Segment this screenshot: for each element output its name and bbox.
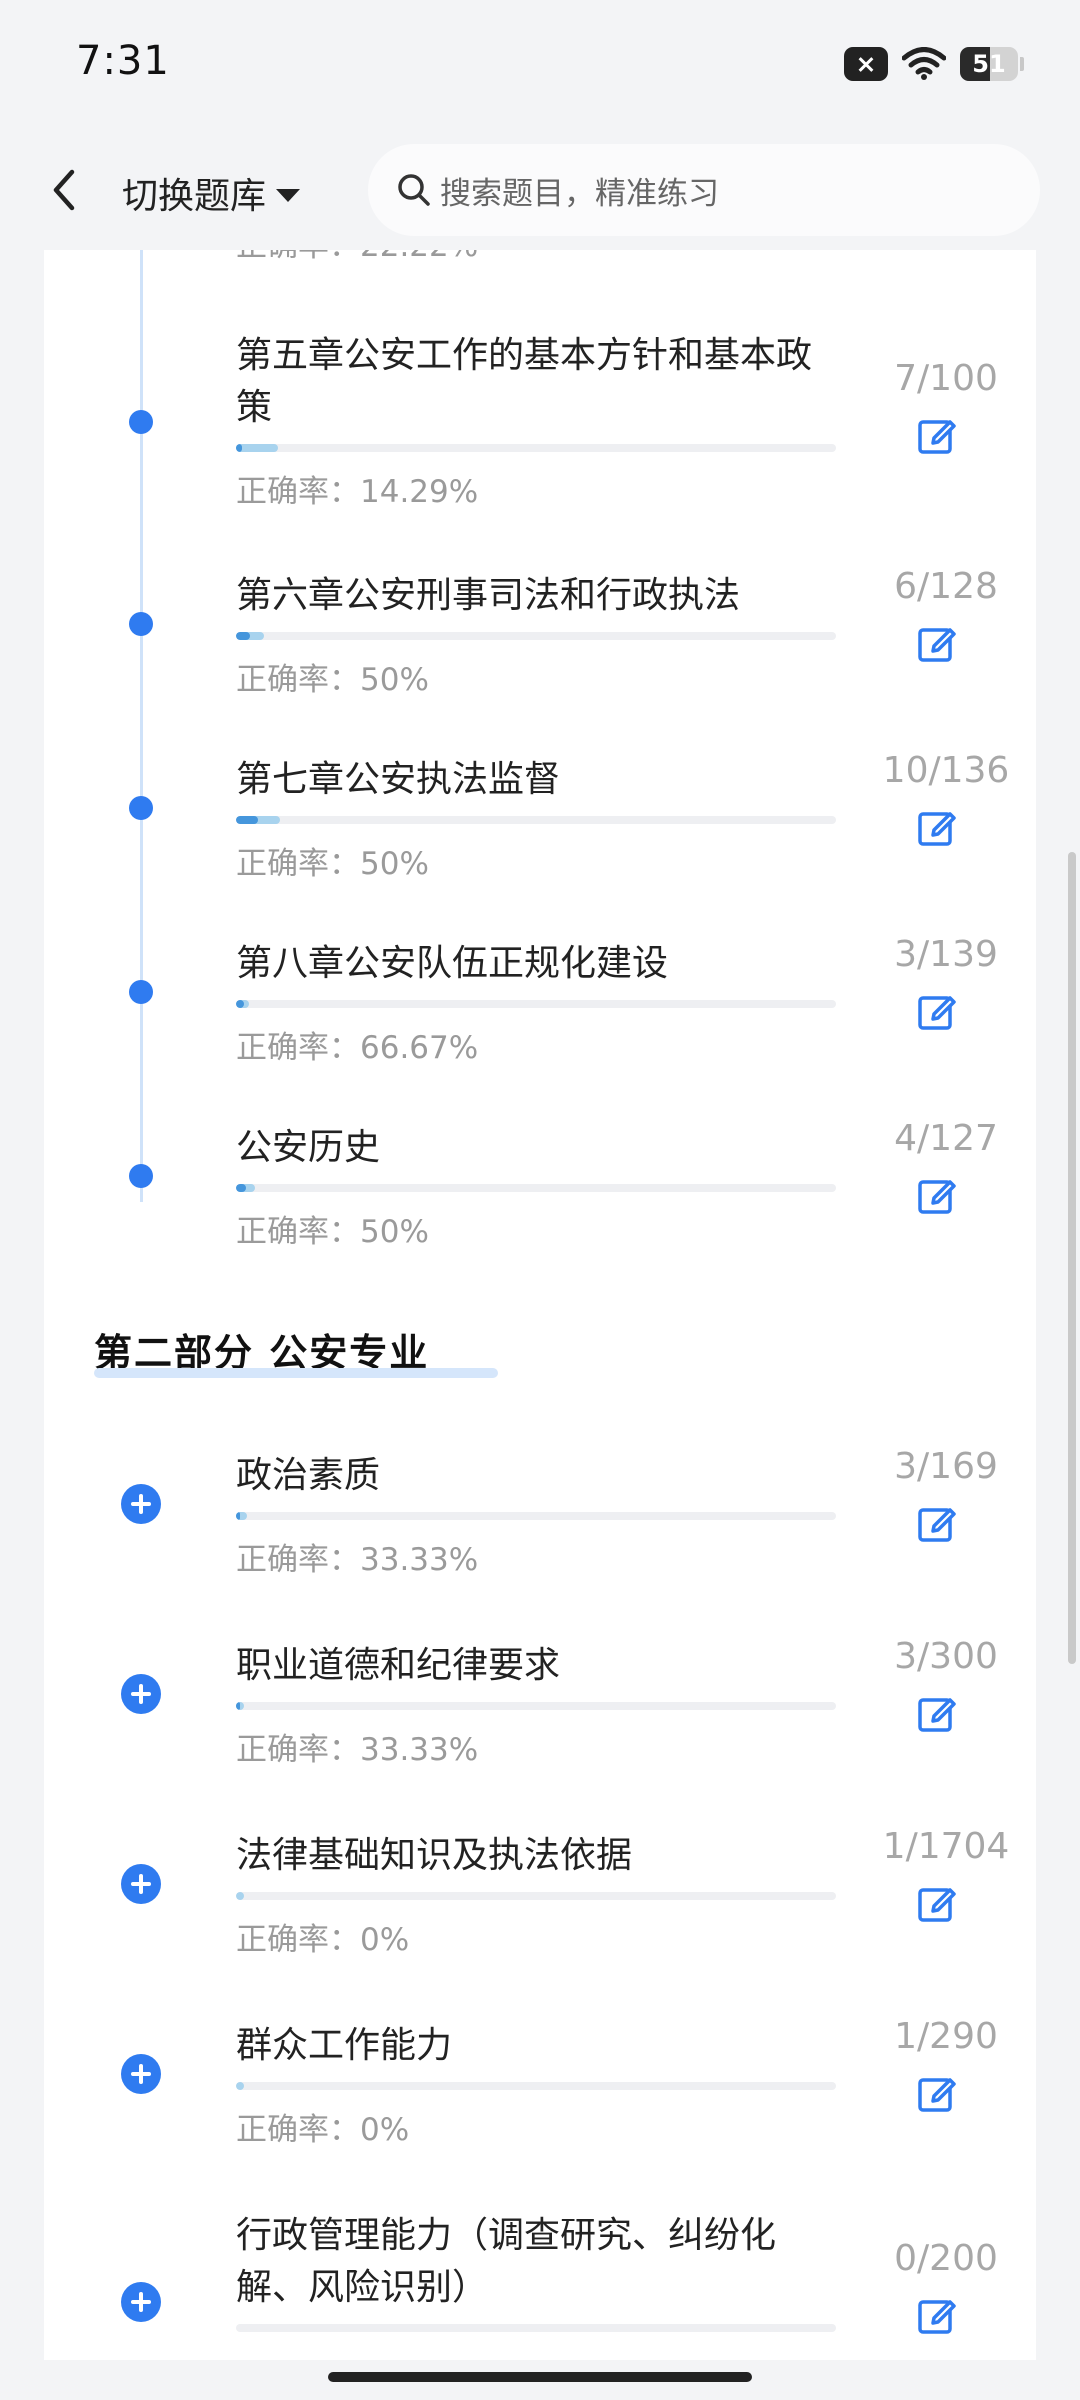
status-bar: 7:31 51 <box>0 0 1080 128</box>
partial-accuracy-text: 正确率：22.22% <box>236 250 478 265</box>
progress-bar <box>236 1512 836 1520</box>
notification-close-icon <box>844 47 888 81</box>
edit-icon[interactable] <box>916 1502 958 1544</box>
progress-fill-correct <box>236 1702 240 1710</box>
wifi-icon <box>902 47 946 80</box>
accuracy-text: 正确率：14.29% <box>236 474 479 510</box>
timeline-dot <box>129 410 153 434</box>
progress-fill-correct <box>236 1184 246 1192</box>
plus-circle-icon[interactable] <box>121 1674 161 1714</box>
progress-bar <box>236 816 836 824</box>
plus-circle-icon[interactable] <box>121 2282 161 2322</box>
status-icons: 51 <box>844 40 1024 88</box>
progress-count: 3/169 <box>894 1446 998 1487</box>
switch-bank-dropdown[interactable]: 切换题库 <box>122 168 301 218</box>
progress-bar <box>236 1000 836 1008</box>
item-title: 职业道德和纪律要求 <box>236 1645 561 1686</box>
progress-count: 0/200 <box>894 2238 998 2279</box>
progress-fill-answered <box>236 1892 244 1900</box>
progress-bar <box>236 1702 836 1710</box>
plus-circle-icon[interactable] <box>121 1864 161 1904</box>
timeline-dot <box>129 796 153 820</box>
accuracy-text: 正确率：33.33% <box>236 1542 479 1578</box>
battery-tip <box>1020 57 1024 71</box>
item-title: 法律基础知识及执法依据 <box>236 1835 633 1876</box>
battery-level: 51 <box>972 50 1006 78</box>
timeline-dot <box>129 980 153 1004</box>
progress-bar <box>236 2324 836 2332</box>
item-title: 行政管理能力（调查研究、纠纷化解、风险识别） <box>236 2215 777 2308</box>
status-time: 7:31 <box>76 38 170 84</box>
accuracy-text: 正确率：50% <box>236 662 429 698</box>
plus-circle-icon[interactable] <box>121 2054 161 2094</box>
item-title: 第六章公安刑事司法和行政执法 <box>236 575 741 616</box>
edit-icon[interactable] <box>916 1174 958 1216</box>
progress-count: 10/136 <box>882 750 1010 791</box>
accuracy-text: 正确率：0% <box>236 2112 410 2148</box>
timeline-dot <box>129 1164 153 1188</box>
edit-icon[interactable] <box>916 1882 958 1924</box>
item-title: 群众工作能力 <box>236 2025 453 2066</box>
item-title: 政治素质 <box>236 1455 381 1496</box>
progress-bar <box>236 2082 836 2090</box>
timeline-dot <box>129 612 153 636</box>
progress-count: 3/300 <box>894 1636 998 1677</box>
scrollbar[interactable] <box>1068 852 1076 1664</box>
edit-icon[interactable] <box>916 622 958 664</box>
progress-bar <box>236 1184 836 1192</box>
section-title-highlight <box>94 1368 498 1378</box>
progress-count: 3/139 <box>894 934 998 975</box>
accuracy-text: 正确率：0% <box>236 1922 410 1958</box>
battery-icon: 51 <box>960 47 1018 81</box>
progress-bar <box>236 1892 836 1900</box>
edit-icon[interactable] <box>916 990 958 1032</box>
accuracy-text: 正确率：66.67% <box>236 1030 479 1066</box>
accuracy-text: 正确率：50% <box>236 846 429 882</box>
accuracy-text: 正确率：50% <box>236 1214 429 1250</box>
progress-count: 1/290 <box>894 2016 998 2057</box>
progress-count: 6/128 <box>894 566 998 607</box>
search-icon <box>398 174 430 206</box>
home-indicator[interactable] <box>328 2372 752 2382</box>
progress-fill-correct <box>236 632 250 640</box>
progress-fill-answered <box>236 444 278 452</box>
search-placeholder: 搜索题目，精准练习 <box>440 175 719 212</box>
edit-icon[interactable] <box>916 2072 958 2114</box>
search-input[interactable]: 搜索题目，精准练习 <box>368 144 1040 236</box>
progress-count: 4/127 <box>894 1118 998 1159</box>
edit-icon[interactable] <box>916 414 958 456</box>
edit-icon[interactable] <box>916 1692 958 1734</box>
item-title: 第七章公安执法监督 <box>236 759 561 800</box>
progress-fill-correct <box>236 444 242 452</box>
item-title: 公安历史 <box>236 1127 381 1168</box>
edit-icon[interactable] <box>916 2294 958 2336</box>
progress-fill-correct <box>236 1512 240 1520</box>
back-arrow-icon[interactable] <box>44 160 84 220</box>
caret-down-icon <box>276 188 301 202</box>
progress-fill-correct <box>236 816 259 824</box>
item-title: 第八章公安队伍正规化建设 <box>236 943 669 984</box>
progress-count: 7/100 <box>894 358 998 399</box>
accuracy-text: 正确率：33.33% <box>236 1732 479 1768</box>
progress-fill-answered <box>236 2082 244 2090</box>
timeline-line <box>140 250 143 1202</box>
item-title: 第五章公安工作的基本方针和基本政策 <box>236 335 813 428</box>
progress-bar <box>236 632 836 640</box>
top-bar: 切换题库 搜索题目，精准练习 <box>0 130 1080 250</box>
progress-bar <box>236 444 836 452</box>
chapter-list-card: 正确率：22.22% 第五章公安工作的基本方针和基本政策正确率：14.29% 7/… <box>44 250 1036 2360</box>
plus-circle-icon[interactable] <box>121 1484 161 1524</box>
switch-bank-label: 切换题库 <box>122 176 267 217</box>
edit-icon[interactable] <box>916 806 958 848</box>
progress-count: 1/1704 <box>882 1826 1010 1867</box>
